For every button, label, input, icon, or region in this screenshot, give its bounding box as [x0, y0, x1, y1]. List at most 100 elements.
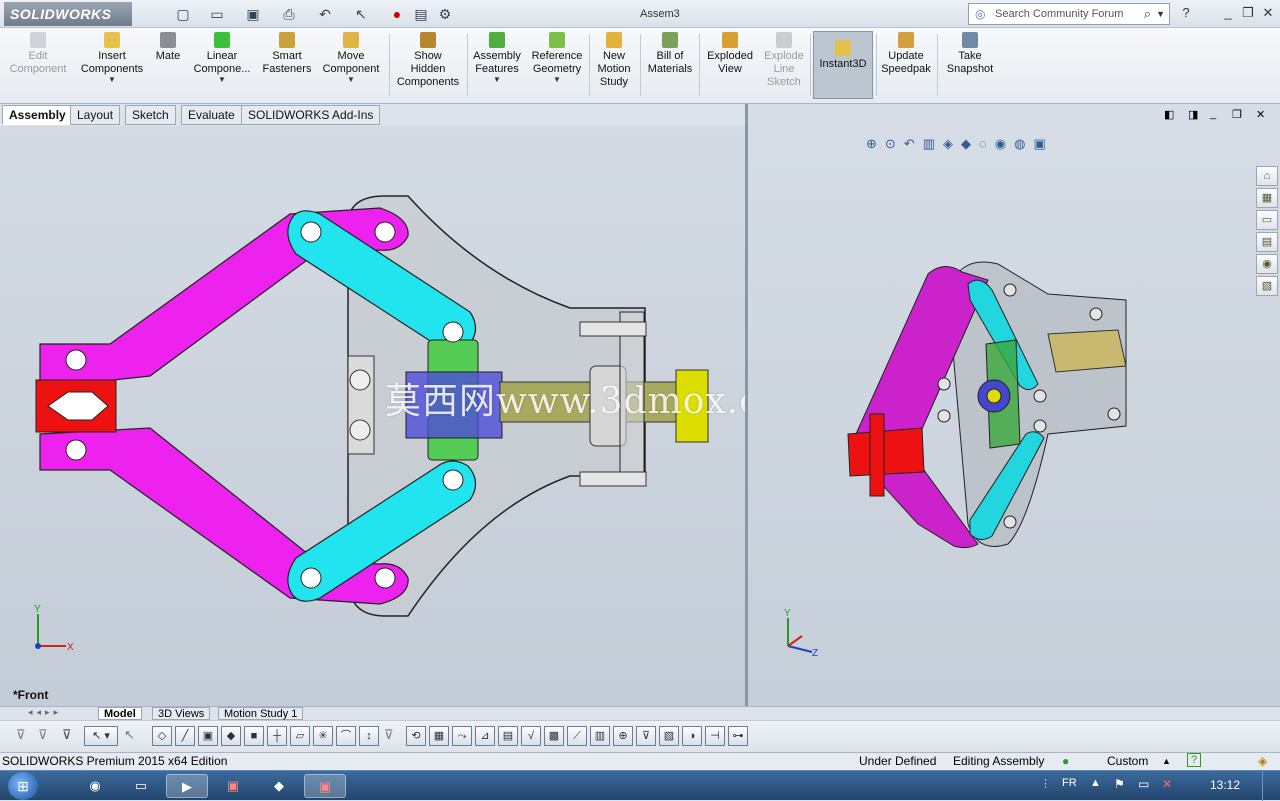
tab-motion-study[interactable]: Motion Study 1 — [218, 707, 304, 720]
filter-gtol-icon[interactable]: ▤ — [498, 726, 518, 746]
tab-3d-views[interactable]: 3D Views — [152, 707, 211, 720]
exploded-view-button[interactable]: Exploded View — [702, 32, 758, 76]
explorer-taskbar-icon[interactable]: ▭ — [120, 774, 162, 798]
display-tray-icon[interactable]: ▭ — [1138, 777, 1149, 791]
unit-dropdown-arrow-icon[interactable]: ▲ — [1162, 753, 1171, 770]
filter-toggle-icon[interactable]: ⊽ — [16, 727, 26, 743]
firefox-taskbar-icon[interactable]: ◉ — [74, 774, 116, 798]
new-document-icon[interactable]: ▢ — [172, 5, 194, 23]
design-library-icon[interactable]: ▦ — [1256, 188, 1278, 208]
filter-dimension-icon[interactable]: ↕ — [359, 726, 379, 746]
dropdown-arrow-icon[interactable]: ▼ — [528, 76, 586, 84]
take-snapshot-button[interactable]: Take Snapshot — [940, 32, 1000, 76]
input-language[interactable]: FR — [1062, 777, 1077, 789]
filter-datum-icon[interactable]: ⊿ — [475, 726, 495, 746]
filter-edges-icon[interactable]: ╱ — [175, 726, 195, 746]
dropdown-arrow-icon[interactable]: ▼ — [190, 76, 254, 84]
help-icon[interactable]: ? — [1176, 5, 1196, 20]
appearances-icon[interactable]: ◉ — [1256, 254, 1278, 274]
file-properties-icon[interactable]: ▤ — [410, 5, 432, 23]
graphics-viewport-iso[interactable]: ◧ ◨ _ ❐ ✕ ⊕⊙↶▥◈◆◌◉◍▣ Y Z ⌂ ▦ ▭ ▤ ◉ ▧ — [748, 104, 1280, 706]
linear-pattern-button[interactable]: Linear Compone... ▼ — [190, 32, 254, 84]
move-component-button[interactable]: Move Component ▼ — [318, 32, 384, 84]
tab-layout[interactable]: Layout — [70, 105, 121, 125]
bill-of-materials-button[interactable]: Bill of Materials — [644, 32, 696, 76]
filter-mates-icon[interactable]: ⊣ — [705, 726, 725, 746]
filter-blocks-icon[interactable]: ▥ — [590, 726, 610, 746]
filter-centerlines-icon[interactable]: ⊽ — [636, 726, 656, 746]
tab-scroll-icon[interactable]: ◂◂▸▸ — [28, 707, 62, 718]
select-other-icon[interactable]: ↖ — [124, 727, 135, 743]
edit-component-button[interactable]: Edit Component — [6, 32, 70, 76]
filter-axes-icon[interactable]: ┼ — [267, 726, 287, 746]
solidworks-2015-taskbar-icon[interactable]: ▣ — [212, 774, 254, 798]
search-icon[interactable]: ⌕ — [1144, 4, 1151, 24]
close-icon[interactable]: ✕ — [1258, 5, 1278, 21]
filter-surface-icon[interactable]: ◆ — [221, 726, 241, 746]
media-player-taskbar-icon[interactable]: ▶ — [166, 774, 208, 798]
explode-line-sketch-button[interactable]: Explode Line Sketch — [760, 32, 808, 89]
print-icon[interactable]: ⎙ — [278, 5, 300, 23]
search-dropdown-icon[interactable]: ▼ — [1156, 4, 1165, 24]
filter-routing-icon[interactable]: ⟋ — [567, 726, 587, 746]
clear-filters-icon[interactable]: ⊽ — [38, 727, 48, 743]
filter-points-icon[interactable]: ✳ — [313, 726, 333, 746]
view-palette-icon[interactable]: ▤ — [1256, 232, 1278, 252]
rebuild-status-icon[interactable]: ● — [1062, 753, 1069, 770]
filter-weld-icon[interactable]: ⤳ — [452, 726, 472, 746]
filter-vertices-icon[interactable]: ◇ — [152, 726, 172, 746]
filter-planes-icon[interactable]: ▱ — [290, 726, 310, 746]
options-icon[interactable]: ⚙ — [434, 5, 456, 23]
select-all-filters-icon[interactable]: ⊽ — [62, 727, 72, 743]
save-icon[interactable]: ▣ — [242, 5, 264, 23]
custom-properties-icon[interactable]: ▧ — [1256, 276, 1278, 296]
start-button[interactable]: ⊞ — [8, 772, 38, 800]
minimize-icon[interactable]: _ — [1218, 5, 1238, 20]
filter-more-icon[interactable]: ⊽ — [384, 727, 394, 743]
tray-expand-icon[interactable]: ▲ — [1090, 777, 1101, 789]
show-desktop-button[interactable] — [1262, 771, 1276, 801]
filter-connection-icon[interactable]: ◑ — [682, 726, 702, 746]
filter-surface-finish-icon[interactable]: √ — [521, 726, 541, 746]
new-motion-study-button[interactable]: New Motion Study — [592, 32, 636, 89]
mate-button[interactable]: Mate — [152, 32, 184, 63]
insert-components-button[interactable]: Insert Components ▼ — [76, 32, 148, 84]
assembly-features-button[interactable]: Assembly Features ▼ — [470, 32, 524, 84]
network-status-icon[interactable]: ✕ — [1162, 777, 1172, 791]
undo-icon[interactable]: ↶ — [314, 5, 336, 23]
filter-dowel-icon[interactable]: ▧ — [659, 726, 679, 746]
update-speedpak-button[interactable]: Update Speedpak — [878, 32, 934, 76]
action-center-flag-icon[interactable]: ⚑ — [1114, 777, 1125, 791]
filter-centermarks-icon[interactable]: ⊕ — [613, 726, 633, 746]
dropdown-arrow-icon[interactable]: ▼ — [318, 76, 384, 84]
home-icon[interactable]: ⌂ — [1256, 166, 1278, 186]
solidworks-logo[interactable]: SOLIDWORKS — [4, 2, 132, 26]
tab-addins[interactable]: SOLIDWORKS Add-Ins — [241, 105, 381, 125]
tab-evaluate[interactable]: Evaluate — [181, 105, 242, 125]
taskbar-clock[interactable]: 13:12 — [1210, 778, 1240, 792]
select-tool-icon[interactable]: ↖ ▾ — [84, 726, 118, 746]
dropdown-arrow-icon[interactable]: ▼ — [76, 76, 148, 84]
search-input[interactable]: ◎ Search Community Forum ⌕ ▼ — [968, 3, 1170, 25]
filter-balloons-icon[interactable]: ▦ — [429, 726, 449, 746]
smart-fasteners-button[interactable]: Smart Fasteners — [258, 32, 316, 76]
tags-icon[interactable]: ◈ — [1258, 753, 1267, 770]
filter-notes-icon[interactable]: ⟲ — [406, 726, 426, 746]
help-status-icon[interactable]: ? — [1187, 753, 1201, 767]
unit-system-dropdown[interactable]: Custom — [1107, 753, 1148, 770]
instant3d-button[interactable]: Instant3D — [813, 31, 873, 99]
reference-geometry-button[interactable]: Reference Geometry ▼ — [528, 32, 586, 84]
filter-faces-icon[interactable]: ▣ — [198, 726, 218, 746]
rebuild-icon[interactable]: ● — [386, 5, 408, 23]
tab-model[interactable]: Model — [98, 707, 142, 720]
solidworks-active-taskbar-icon[interactable]: ▣ — [304, 774, 346, 798]
filter-sketch-icon[interactable]: ⌒ — [336, 726, 356, 746]
tab-assembly[interactable]: Assembly — [2, 105, 73, 125]
tab-sketch[interactable]: Sketch — [125, 105, 176, 125]
filter-midpoint-icon[interactable]: ⊶ — [728, 726, 748, 746]
show-hidden-components-button[interactable]: Show Hidden Components — [392, 32, 464, 89]
dropdown-arrow-icon[interactable]: ▼ — [470, 76, 524, 84]
filter-solid-icon[interactable]: ■ — [244, 726, 264, 746]
open-folder-icon[interactable]: ▭ — [206, 5, 228, 23]
recorder-taskbar-icon[interactable]: ◆ — [258, 774, 300, 798]
